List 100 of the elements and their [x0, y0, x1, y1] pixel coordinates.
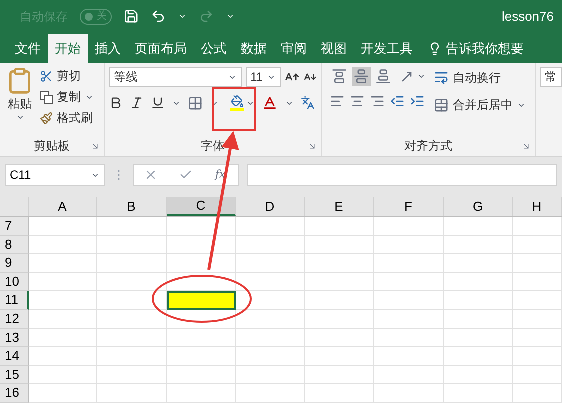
row-header[interactable]: 16	[0, 384, 29, 403]
grid-cell[interactable]	[236, 310, 305, 329]
grid-cell[interactable]	[167, 347, 236, 366]
grid-cell[interactable]	[97, 254, 167, 273]
grid-cell[interactable]	[513, 310, 562, 329]
align-left-icon[interactable]	[330, 94, 345, 109]
column-header[interactable]: C	[167, 197, 236, 216]
grid-cell[interactable]	[444, 217, 513, 236]
grid-cell[interactable]	[374, 254, 444, 273]
grid-cell[interactable]	[236, 272, 305, 292]
grid-cell[interactable]	[444, 347, 513, 366]
ribbon-tab[interactable]: 插入	[88, 34, 128, 63]
ribbon-tab[interactable]: 文件	[8, 34, 48, 63]
grid-cell[interactable]	[513, 272, 562, 292]
grid-cell[interactable]	[97, 347, 167, 366]
ribbon-tab[interactable]: 开发工具	[354, 34, 420, 63]
grid-cell[interactable]	[236, 347, 305, 366]
grid-cell[interactable]	[29, 310, 97, 329]
ribbon-tab[interactable]: 公式	[194, 34, 234, 63]
grid-cell[interactable]	[444, 310, 513, 329]
tell-me-search[interactable]: 告诉我你想要	[446, 38, 524, 58]
grid-cell[interactable]	[29, 384, 97, 403]
row-header[interactable]: 12	[0, 310, 29, 329]
grid-cell[interactable]	[305, 310, 374, 329]
dialog-launcher-icon[interactable]	[308, 142, 317, 150]
grid-cell[interactable]	[374, 217, 444, 236]
row-header[interactable]: 7	[0, 217, 29, 236]
grid-cell[interactable]	[374, 310, 444, 329]
grid-cell[interactable]	[97, 328, 167, 348]
column-header[interactable]: G	[444, 197, 513, 216]
row-header[interactable]: 11	[0, 291, 29, 310]
grid-cell[interactable]	[167, 217, 236, 236]
grid-cell[interactable]	[97, 384, 167, 403]
name-box[interactable]: C11	[5, 164, 105, 186]
grid-cell[interactable]	[236, 291, 305, 310]
grid-cell[interactable]	[513, 328, 562, 348]
grid-cell[interactable]	[513, 291, 562, 310]
formula-input[interactable]	[247, 164, 557, 186]
grid-cell[interactable]	[29, 254, 97, 273]
grid-cell[interactable]	[167, 384, 236, 403]
selected-cell[interactable]	[167, 291, 236, 310]
borders-icon[interactable]	[188, 96, 203, 110]
row-header[interactable]: 9	[0, 254, 29, 273]
format-painter-button[interactable]: 格式刷	[40, 109, 94, 127]
grid-cell[interactable]	[236, 254, 305, 273]
grid-cell[interactable]	[236, 384, 305, 403]
vertical-align-button[interactable]	[374, 67, 393, 86]
caret-icon[interactable]	[178, 12, 187, 21]
grid-cell[interactable]	[374, 328, 444, 348]
merge-center-button[interactable]: 合并后居中	[434, 96, 526, 114]
ribbon-tab[interactable]: 页面布局	[128, 34, 194, 63]
font-color-icon[interactable]	[262, 95, 278, 111]
grid-cell[interactable]	[374, 291, 444, 310]
grid-cell[interactable]	[305, 366, 374, 384]
vertical-align-button[interactable]	[352, 67, 371, 86]
grid-cell[interactable]	[513, 236, 562, 254]
grid-cell[interactable]	[513, 366, 562, 384]
bold-icon[interactable]	[109, 96, 123, 110]
grid-cell[interactable]	[374, 347, 444, 366]
vertical-align-button[interactable]	[330, 67, 349, 86]
column-header[interactable]: H	[513, 197, 562, 216]
grid-cell[interactable]	[29, 347, 97, 366]
column-header[interactable]: A	[29, 197, 97, 216]
grid-cell[interactable]	[97, 217, 167, 236]
grid-cell[interactable]	[97, 236, 167, 254]
ribbon-tab[interactable]: 视图	[314, 34, 354, 63]
grid-cell[interactable]	[444, 384, 513, 403]
phonetic-icon[interactable]	[301, 96, 315, 110]
ribbon-tab[interactable]: 开始	[48, 34, 88, 63]
font-name-field[interactable]: 等线	[109, 67, 242, 87]
row-header[interactable]: 8	[0, 236, 29, 254]
grid-cell[interactable]	[513, 384, 562, 403]
grid-cell[interactable]	[29, 217, 97, 236]
grid-cell[interactable]	[29, 328, 97, 348]
grid-cell[interactable]	[29, 236, 97, 254]
grid-cell[interactable]	[167, 328, 236, 348]
grid-cell[interactable]	[305, 217, 374, 236]
column-header[interactable]: D	[236, 197, 305, 216]
row-header[interactable]: 10	[0, 272, 29, 292]
grid-cell[interactable]	[513, 347, 562, 366]
grid-cell[interactable]	[513, 254, 562, 273]
grid-cell[interactable]	[444, 291, 513, 310]
grid-cell[interactable]	[305, 328, 374, 348]
fill-color-button[interactable]	[230, 95, 255, 111]
grid-cell[interactable]	[444, 328, 513, 348]
column-header[interactable]: E	[305, 197, 374, 216]
grid-cell[interactable]	[305, 272, 374, 292]
ribbon-tab[interactable]: 审阅	[274, 34, 314, 63]
decrease-indent-icon[interactable]	[390, 94, 405, 109]
dialog-launcher-icon[interactable]	[91, 142, 100, 150]
grid-cell[interactable]	[444, 254, 513, 273]
font-size-field[interactable]: 11	[246, 67, 282, 87]
grid-cell[interactable]	[29, 291, 97, 310]
grid-cell[interactable]	[167, 236, 236, 254]
grid-cell[interactable]	[29, 272, 97, 292]
underline-icon[interactable]	[151, 96, 165, 110]
italic-icon[interactable]	[130, 96, 144, 110]
grid-cell[interactable]	[236, 366, 305, 384]
orientation-icon[interactable]	[400, 70, 414, 84]
align-center-icon[interactable]	[350, 94, 365, 109]
